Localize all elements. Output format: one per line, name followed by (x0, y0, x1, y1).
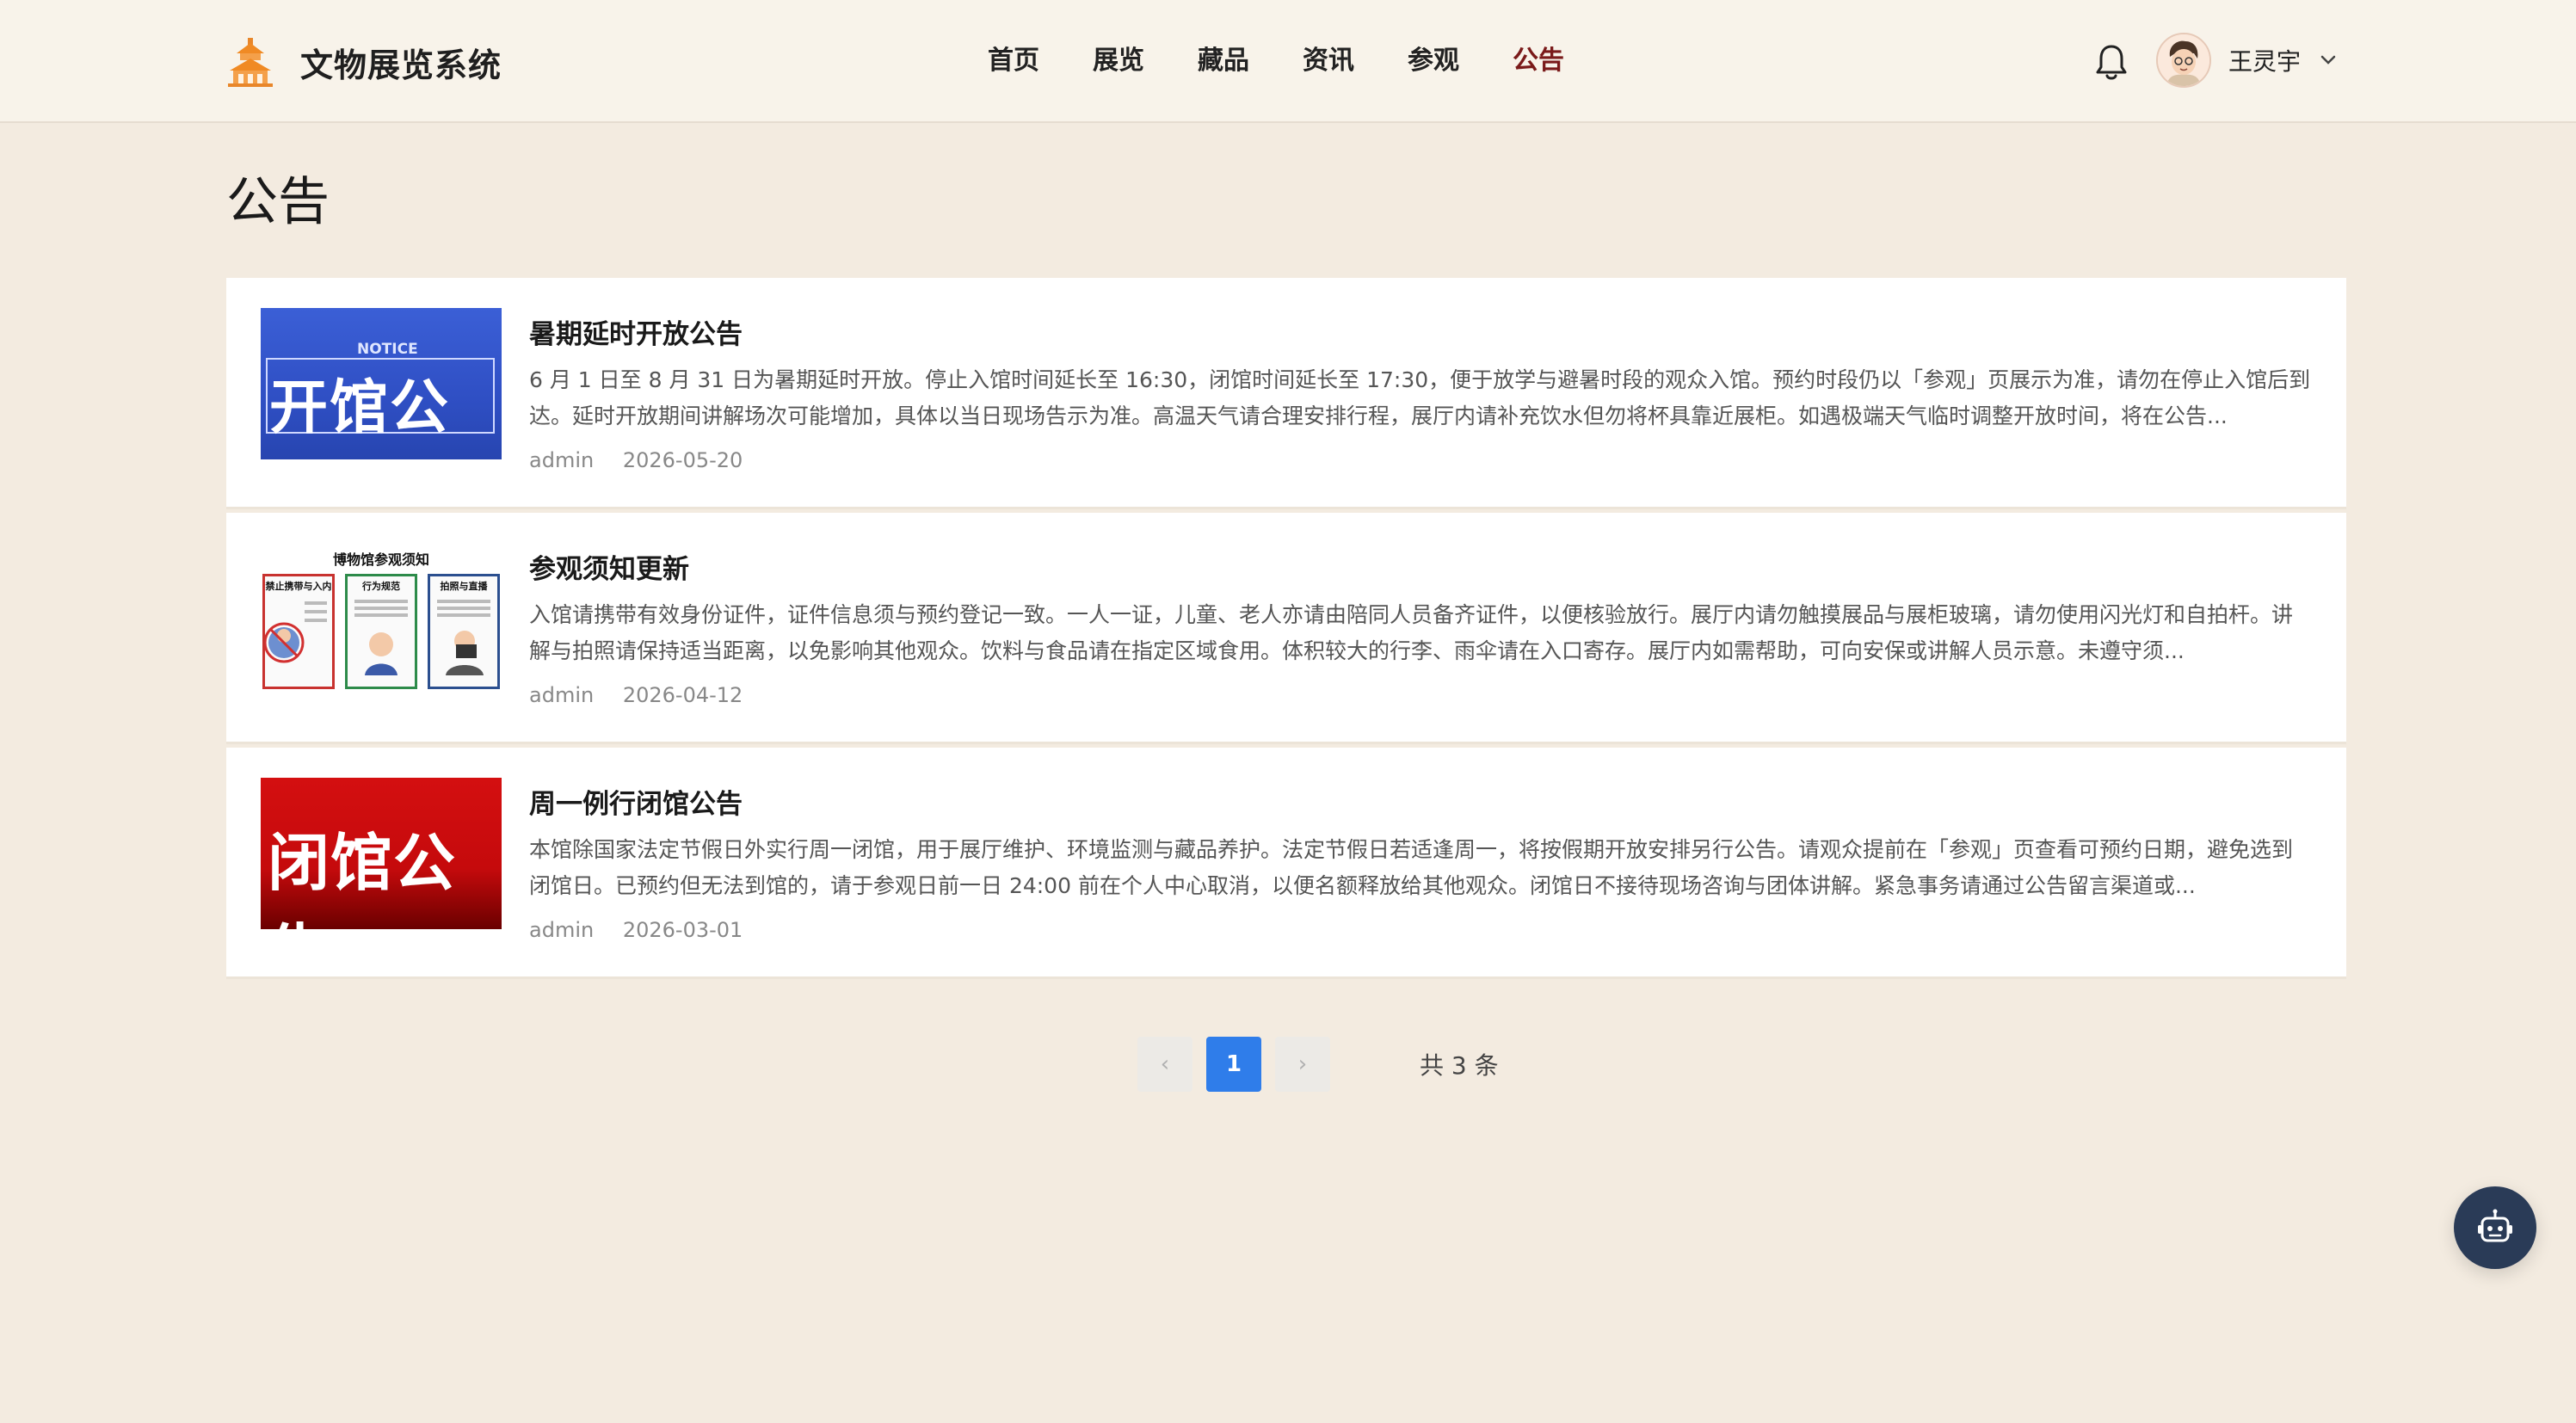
palace-logo-icon (228, 38, 273, 87)
total-count: 共 3 条 (1420, 1051, 1499, 1080)
user-name: 王灵宇 (2228, 47, 2302, 76)
camera-icon (437, 600, 490, 675)
notice-meta: admin 2026-03-01 (529, 918, 743, 942)
thumbnail-big-text: 闭馆公告 (268, 826, 457, 929)
notice-date: 2026-05-20 (622, 448, 743, 472)
poster-column: 拍照与直播 (428, 574, 500, 689)
top-header: 文物展览系统 首页 展览 藏品 资讯 参观 公告 王灵宇 (0, 0, 2576, 123)
behavior-icon (354, 600, 408, 675)
poster-column-heading: 拍照与直播 (440, 581, 488, 592)
notice-summary: 本馆除国家法定节假日外实行周一闭馆，用于展厅维护、环境监测与藏品养护。法定节假日… (529, 837, 2294, 898)
avatar (2156, 33, 2211, 88)
notice-title[interactable]: 暑期延时开放公告 (529, 312, 743, 351)
notice-author: admin (529, 683, 595, 707)
poster-column-heading: 行为规范 (362, 581, 400, 592)
notice-thumbnail: NOTICE 开馆公告 (261, 308, 502, 459)
pagination: ‹ 1 › 共 3 条 (1137, 1037, 1499, 1092)
poster-column: 行为规范 (345, 574, 417, 689)
no-entry-icon (263, 601, 327, 663)
nav-visit[interactable]: 参观 (1408, 40, 1459, 83)
app-logo[interactable]: 文物展览系统 (226, 36, 502, 88)
avatar-illustration (2158, 34, 2209, 86)
notice-meta: admin 2026-05-20 (529, 448, 743, 472)
poster-title: 博物馆参观须知 (332, 551, 429, 568)
robot-icon (2478, 1209, 2512, 1242)
prev-page-button[interactable]: ‹ (1137, 1037, 1192, 1092)
page-1-button[interactable]: 1 (1206, 1037, 1261, 1092)
notice-list: NOTICE 开馆公告 暑期延时开放公告 6 月 1 日至 8 月 31 日为暑… (226, 278, 2346, 983)
notice-item[interactable]: 闭馆公告 周一例行闭馆公告 本馆除国家法定节假日外实行周一闭馆，用于展厅维护、环… (226, 748, 2346, 979)
thumbnail-big-text: 开馆公告 (269, 374, 451, 442)
poster-column: 禁止携带与入内 (262, 574, 335, 689)
next-page-button[interactable]: › (1275, 1037, 1330, 1092)
chevron-down-icon (2320, 55, 2336, 65)
notice-date: 2026-04-12 (622, 683, 743, 707)
user-menu[interactable]: 王灵宇 (2156, 33, 2337, 88)
app-title: 文物展览系统 (300, 46, 502, 84)
page-title: 公告 (226, 172, 330, 232)
notice-title[interactable]: 参观须知更新 (529, 547, 689, 586)
notice-item[interactable]: NOTICE 开馆公告 暑期延时开放公告 6 月 1 日至 8 月 31 日为暑… (226, 278, 2346, 509)
assistant-button[interactable] (2454, 1186, 2536, 1269)
thumbnail-small-text: NOTICE (357, 341, 418, 358)
notice-date: 2026-03-01 (622, 918, 743, 942)
notice-thumbnail: 闭馆公告 (261, 778, 502, 929)
bell-icon[interactable] (2094, 43, 2129, 81)
notice-title[interactable]: 周一例行闭馆公告 (529, 782, 743, 821)
notice-author: admin (529, 918, 595, 942)
nav-exhibitions[interactable]: 展览 (1093, 40, 1144, 83)
notice-summary: 6 月 1 日至 8 月 31 日为暑期延时开放。停止入馆时间延长至 16:30… (529, 367, 2311, 428)
nav-news[interactable]: 资讯 (1303, 40, 1354, 83)
notice-author: admin (529, 448, 595, 472)
notice-thumbnail: 博物馆参观须知 禁止携带与入内 行为规范 拍照与直播 (261, 543, 502, 694)
nav-announcements[interactable]: 公告 (1513, 40, 1564, 83)
nav-home[interactable]: 首页 (988, 40, 1039, 83)
poster-column-heading: 禁止携带与入内 (265, 581, 332, 592)
nav-collections[interactable]: 藏品 (1198, 40, 1249, 83)
notice-summary: 入馆请携带有效身份证件，证件信息须与预约登记一致。一人一证，儿童、老人亦请由陪同… (529, 602, 2294, 663)
notice-item[interactable]: 博物馆参观须知 禁止携带与入内 行为规范 拍照与直播 参观须知更新 入馆请携带有… (226, 513, 2346, 744)
main-nav: 首页 展览 藏品 资讯 参观 公告 (988, 40, 1618, 83)
notice-meta: admin 2026-04-12 (529, 683, 743, 707)
